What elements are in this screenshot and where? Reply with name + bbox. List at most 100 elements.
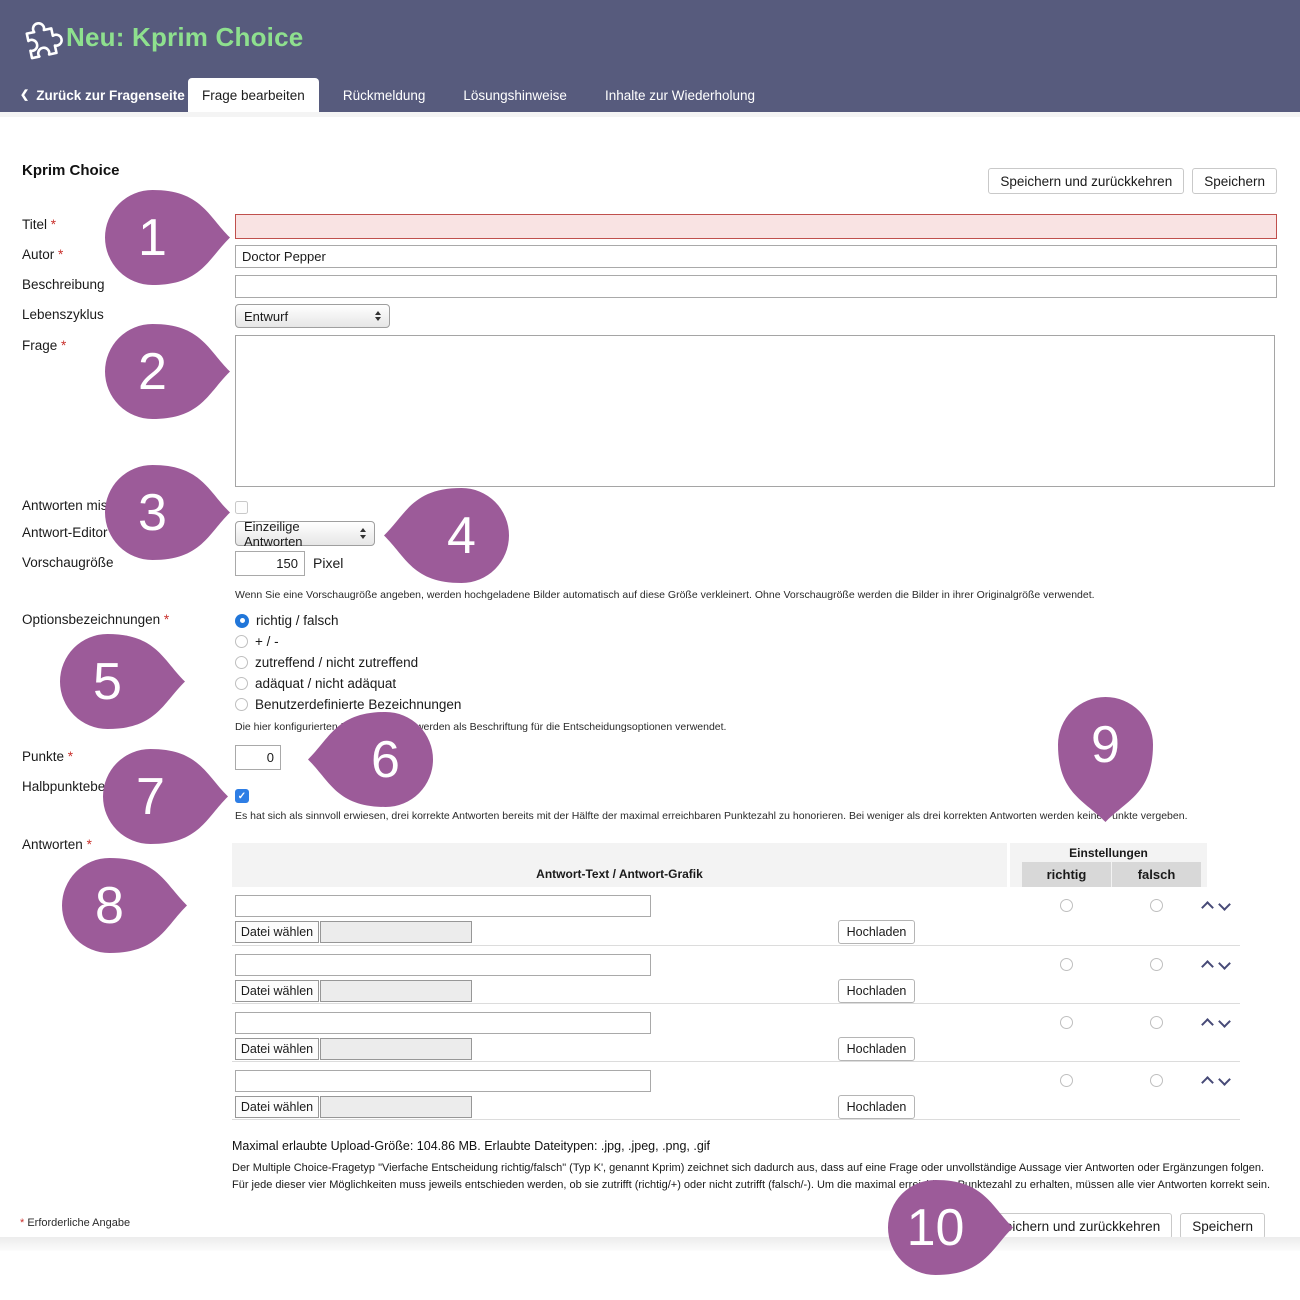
- beschreibung-input[interactable]: [235, 275, 1277, 298]
- annotation-balloon-8: 8: [62, 858, 187, 953]
- move-up-icon[interactable]: [1201, 1076, 1214, 1089]
- option-radio-label: zutreffend / nicht zutreffend: [255, 655, 418, 670]
- vorschaugroesse-help: Wenn Sie eine Vorschaugröße angeben, wer…: [235, 589, 1095, 601]
- optionsbezeichnungen-radio-group: richtig / falsch+ / -zutreffend / nicht …: [235, 610, 461, 715]
- option-radio-row: zutreffend / nicht zutreffend: [235, 652, 461, 673]
- file-select-button[interactable]: Datei wählen: [235, 921, 319, 943]
- upload-button[interactable]: Hochladen: [838, 920, 915, 944]
- back-link[interactable]: ❮ Zurück zur Fragenseite: [20, 78, 185, 112]
- annotation-number: 1: [105, 190, 200, 285]
- save-and-return-button-bottom[interactable]: Speichern und zurückkehren: [976, 1213, 1172, 1239]
- tab-bar: ❮ Zurück zur Fragenseite Frage bearbeite…: [0, 78, 1300, 112]
- antwort-editor-label: Antwort-Editor: [22, 525, 228, 542]
- antworten-mischen-checkbox[interactable]: [235, 501, 248, 514]
- move-up-icon[interactable]: [1201, 960, 1214, 973]
- tab-inhalte-zur-wiederholung[interactable]: Inhalte zur Wiederholung: [591, 78, 769, 112]
- option-radio[interactable]: [235, 614, 249, 628]
- answers-table: Antwort-Text / Antwort-Grafik Einstellun…: [232, 843, 1240, 1120]
- bottom-button-row: Speichern und zurückkehren Speichern: [976, 1213, 1265, 1239]
- vorschaugroesse-input[interactable]: 150: [235, 551, 305, 576]
- check-icon: ✓: [238, 791, 246, 802]
- answer-text-input[interactable]: [235, 954, 651, 976]
- file-name-box[interactable]: [320, 1038, 472, 1060]
- antworten-label: Antworten *: [22, 837, 228, 854]
- move-down-icon[interactable]: [1218, 1073, 1231, 1086]
- answers-table-main-header: Antwort-Text / Antwort-Grafik: [232, 843, 1007, 887]
- radio-falsch[interactable]: [1150, 899, 1163, 912]
- option-radio-label: Benutzerdefinierte Bezeichnungen: [255, 697, 461, 712]
- antwort-editor-select[interactable]: Einzeilige Antworten: [235, 521, 375, 546]
- answer-row: Datei wählen Hochladen: [232, 1061, 1240, 1120]
- answer-text-input[interactable]: [235, 895, 651, 917]
- radio-richtig[interactable]: [1060, 1016, 1073, 1029]
- tabbar-divider: [0, 112, 1300, 117]
- option-radio[interactable]: [235, 698, 248, 711]
- titel-input[interactable]: [235, 214, 1277, 239]
- top-button-row: Speichern und zurückkehren Speichern: [988, 168, 1277, 194]
- save-and-return-button-top[interactable]: Speichern und zurückkehren: [988, 168, 1184, 194]
- annotation-number: 4: [414, 488, 509, 583]
- vorschaugroesse-label: Vorschaugröße: [22, 555, 228, 572]
- beschreibung-label: Beschreibung: [22, 277, 228, 294]
- annotation-balloon-1: 1: [105, 190, 230, 285]
- col-group-einstellungen: Einstellungen: [1010, 846, 1207, 860]
- form-heading: Kprim Choice: [22, 162, 120, 179]
- option-radio-row: Benutzerdefinierte Bezeichnungen: [235, 694, 461, 715]
- answer-text-input[interactable]: [235, 1070, 651, 1092]
- file-name-box[interactable]: [320, 980, 472, 1002]
- file-select-button[interactable]: Datei wählen: [235, 1038, 319, 1060]
- app-header: Neu: Kprim Choice: [0, 0, 1300, 78]
- tab-loesungshinweise[interactable]: Lösungshinweise: [449, 78, 581, 112]
- answers-table-bottom-border: [232, 1119, 1240, 1120]
- radio-richtig[interactable]: [1060, 958, 1073, 971]
- move-up-icon[interactable]: [1201, 901, 1214, 914]
- annotation-balloon-5: 5: [60, 634, 185, 729]
- tab-frage-bearbeiten[interactable]: Frage bearbeiten: [188, 78, 319, 112]
- chevron-left-icon: ❮: [20, 90, 29, 101]
- required-note: * Erforderliche Angabe: [20, 1217, 130, 1229]
- file-select-button[interactable]: Datei wählen: [235, 1096, 319, 1118]
- move-down-icon[interactable]: [1218, 1015, 1231, 1028]
- upload-button[interactable]: Hochladen: [838, 1037, 915, 1061]
- tab-rueckmeldung[interactable]: Rückmeldung: [329, 78, 440, 112]
- option-radio-label: richtig / falsch: [256, 613, 339, 628]
- autor-label: Autor *: [22, 247, 228, 264]
- annotation-balloon-4: 4: [384, 488, 509, 583]
- option-radio-row: adäquat / nicht adäquat: [235, 673, 461, 694]
- radio-falsch[interactable]: [1150, 1016, 1163, 1029]
- save-button-bottom[interactable]: Speichern: [1180, 1213, 1265, 1239]
- file-name-box[interactable]: [320, 1096, 472, 1118]
- save-button-top[interactable]: Speichern: [1192, 168, 1277, 194]
- vorschaugroesse-unit: Pixel: [313, 555, 343, 571]
- option-radio[interactable]: [235, 656, 248, 669]
- select-stepper-icon: [360, 528, 366, 539]
- lebenszyklus-select[interactable]: Entwurf: [235, 304, 390, 328]
- radio-richtig[interactable]: [1060, 899, 1073, 912]
- antworten-mischen-label: Antworten mischen: [22, 498, 228, 515]
- frage-textarea[interactable]: [235, 335, 1275, 487]
- radio-richtig[interactable]: [1060, 1074, 1073, 1087]
- radio-falsch[interactable]: [1150, 958, 1163, 971]
- halbpunkte-label: Halbpunktebewertung aktivieren: [22, 779, 227, 796]
- annotation-number: 5: [60, 634, 155, 729]
- option-radio[interactable]: [235, 677, 248, 690]
- move-up-icon[interactable]: [1201, 1018, 1214, 1031]
- move-down-icon[interactable]: [1218, 957, 1231, 970]
- upload-button[interactable]: Hochladen: [838, 1095, 915, 1119]
- radio-falsch[interactable]: [1150, 1074, 1163, 1087]
- option-radio[interactable]: [235, 635, 248, 648]
- autor-input[interactable]: Doctor Pepper: [235, 245, 1277, 268]
- back-link-label: Zurück zur Fragenseite: [36, 88, 185, 103]
- upload-button[interactable]: Hochladen: [838, 979, 915, 1003]
- answer-text-input[interactable]: [235, 1012, 651, 1034]
- move-down-icon[interactable]: [1218, 898, 1231, 911]
- frage-label: Frage *: [22, 338, 228, 355]
- tab-strip: Frage bearbeiten Rückmeldung Lösungshinw…: [188, 78, 769, 112]
- file-name-box[interactable]: [320, 921, 472, 943]
- halbpunkte-help: Es hat sich als sinnvoll erwiesen, drei …: [235, 810, 1187, 822]
- lebenszyklus-label: Lebenszyklus: [22, 307, 228, 324]
- punkte-input[interactable]: 0: [235, 745, 281, 770]
- halbpunkte-checkbox[interactable]: ✓: [235, 789, 249, 803]
- page-title: Neu: Kprim Choice: [66, 22, 303, 53]
- file-select-button[interactable]: Datei wählen: [235, 980, 319, 1002]
